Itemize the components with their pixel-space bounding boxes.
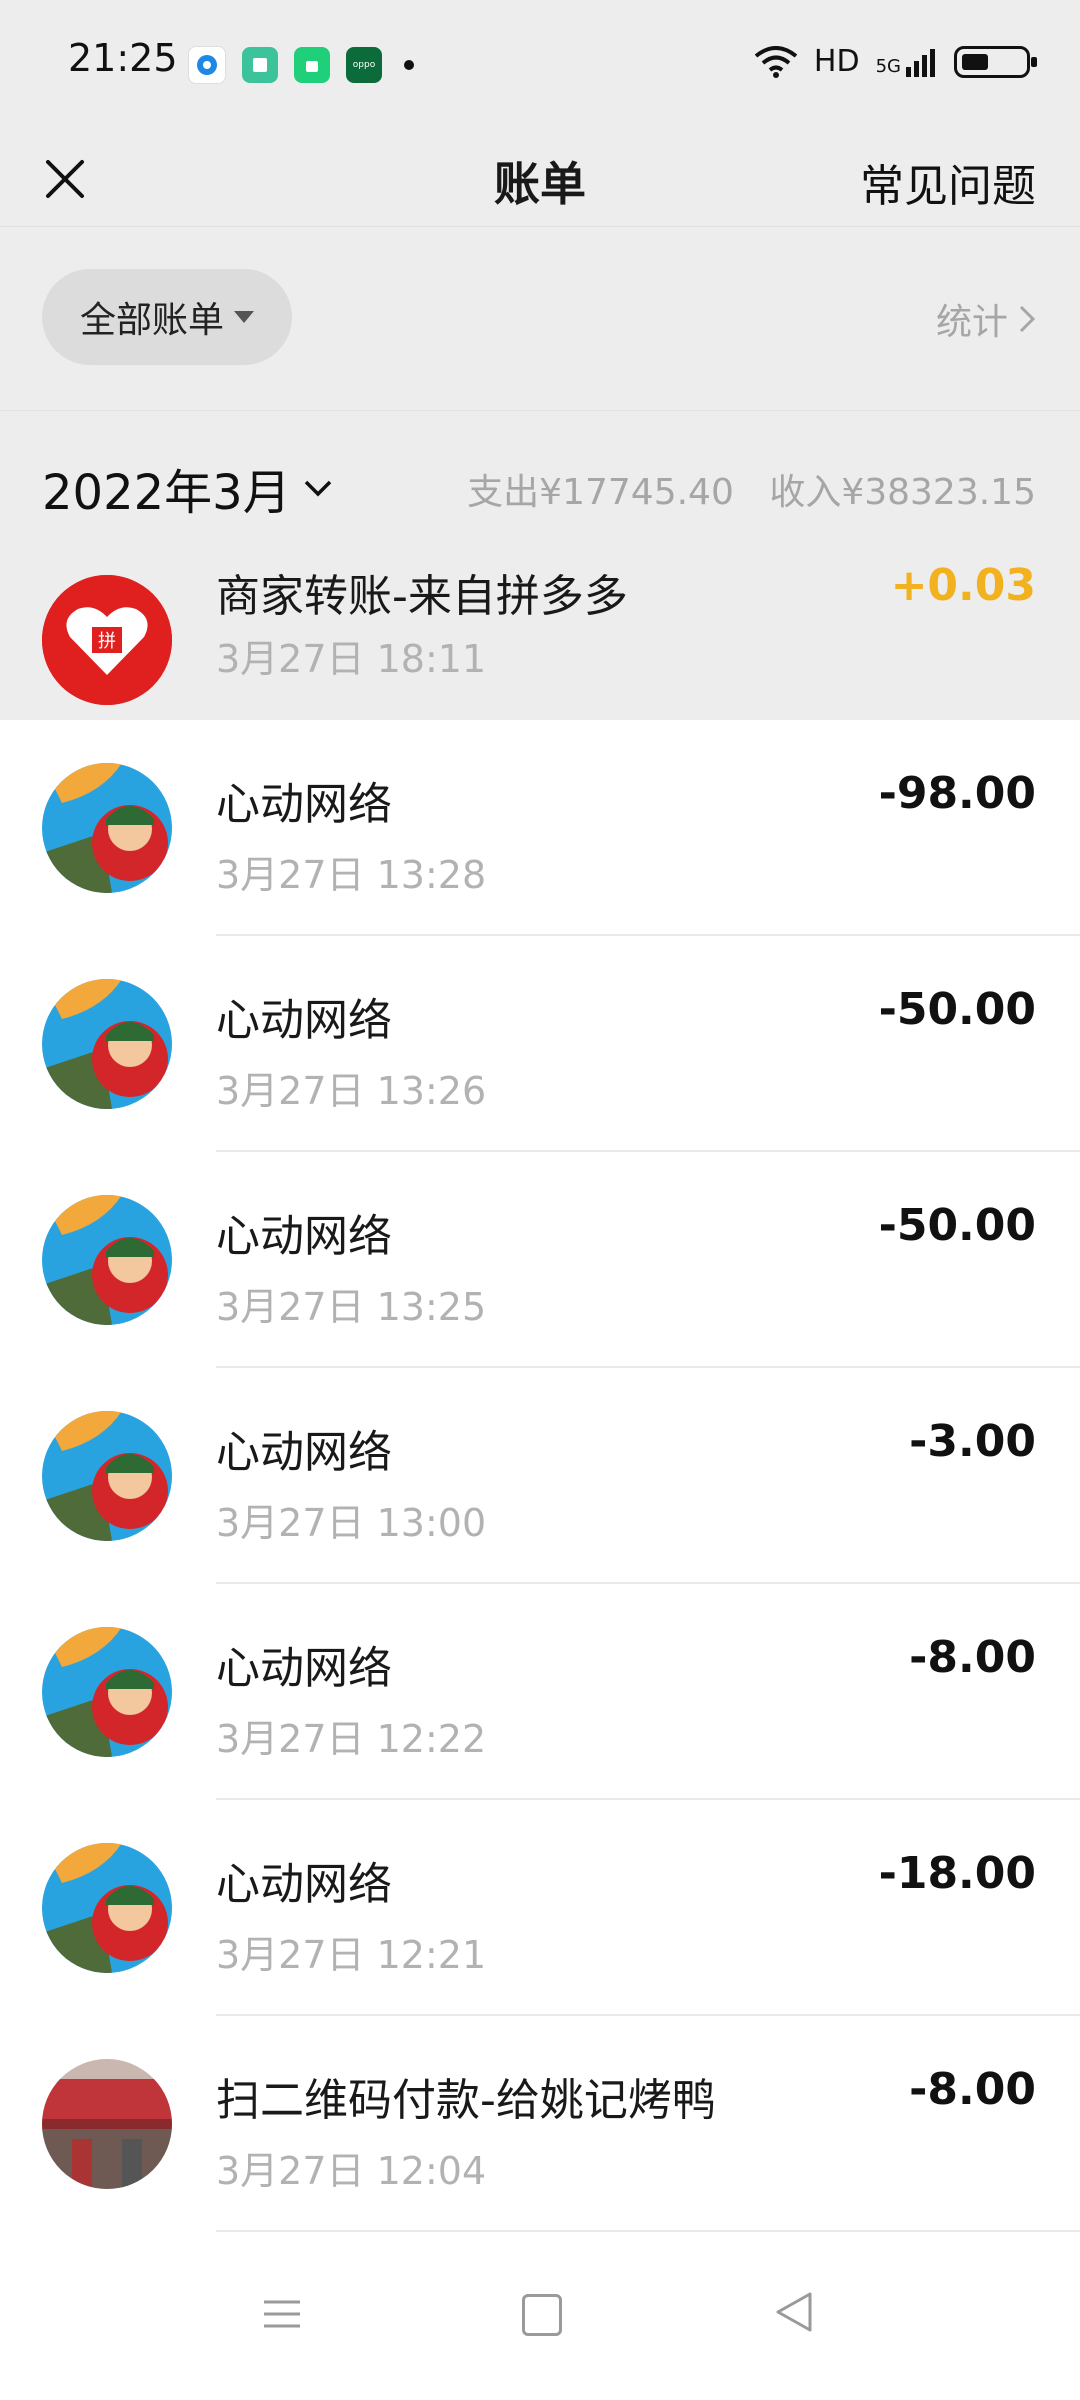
system-nav-bar (0, 2250, 1080, 2400)
all-bills-filter-button[interactable]: 全部账单 (42, 269, 292, 365)
transaction-title: 心动网络 (216, 1643, 392, 1694)
transaction-row[interactable]: 心动网络 3月27日 13:00 -3.00 (0, 1368, 1080, 1584)
app-notification-icon (188, 46, 226, 84)
month-header: 2022年3月 支出¥17745.40 收入¥38323.15 (0, 410, 1080, 561)
transaction-date: 3月27日 13:26 (216, 1069, 487, 1113)
svg-text:拼: 拼 (98, 631, 116, 652)
status-bar: 21:25 oppo HD 5G (0, 0, 1080, 130)
transaction-amount: -18.00 (878, 1848, 1036, 1899)
transaction-title: 商家转账-来自拼多多 (216, 571, 628, 622)
transaction-row[interactable]: 心动网络 3月27日 13:25 -50.00 (0, 1152, 1080, 1368)
stats-link[interactable]: 统计 (936, 293, 1036, 345)
transaction-amount: -8.00 (909, 2064, 1036, 2115)
game-avatar (42, 763, 172, 893)
month-summary: 支出¥17745.40 收入¥38323.15 (443, 463, 1036, 515)
transaction-row[interactable]: 心动网络 3月27日 13:28 -98.00 (0, 720, 1080, 936)
game-avatar (42, 1195, 172, 1325)
transaction-date: 3月27日 12:21 (216, 1933, 487, 1977)
transaction-amount: -3.00 (909, 1416, 1036, 1467)
row-divider (216, 2230, 1080, 2232)
transaction-amount: -50.00 (878, 984, 1036, 1035)
transaction-title: 心动网络 (216, 995, 392, 1046)
game-avatar (42, 1411, 172, 1541)
transaction-amount: +0.03 (890, 560, 1036, 611)
nav-bar: 账单 常见问题 (0, 130, 1080, 226)
game-avatar (42, 979, 172, 1109)
status-time: 21:25 (68, 36, 178, 80)
dropdown-caret-icon (234, 311, 254, 323)
book-app-icon (242, 47, 278, 83)
chevron-down-icon (304, 480, 331, 497)
transaction-date: 3月27日 13:00 (216, 1501, 487, 1545)
transaction-title: 心动网络 (216, 1859, 392, 1910)
back-icon[interactable] (774, 2290, 814, 2334)
stats-label: 统计 (935, 302, 1008, 343)
more-notifications-dot (404, 60, 414, 70)
battery-icon (954, 45, 1037, 78)
transaction-date: 3月27日 12:22 (216, 1717, 487, 1761)
transaction-row[interactable]: 心动网络 3月27日 13:26 -50.00 (0, 936, 1080, 1152)
shopping-bag-icon (294, 47, 330, 83)
all-bills-label: 全部账单 (79, 300, 224, 341)
notification-icons: oppo (188, 46, 414, 84)
wifi-icon (754, 45, 798, 78)
transaction-date: 3月27日 18:11 (216, 637, 487, 681)
signal-icon: 5G (876, 47, 938, 77)
transaction-row[interactable]: 心动网络 3月27日 12:22 -8.00 (0, 1584, 1080, 1800)
transaction-row[interactable]: 拼 商家转账-来自拼多多 3月27日 18:11 +0.03 (0, 560, 1080, 720)
transaction-title: 心动网络 (216, 779, 392, 830)
chevron-right-icon (1019, 305, 1036, 333)
transaction-date: 3月27日 13:25 (216, 1285, 487, 1329)
hd-indicator: HD (813, 44, 860, 79)
month-income: 收入¥38323.15 (769, 472, 1036, 513)
pinduoduo-logo: 拼 (42, 575, 172, 705)
transaction-date: 3月27日 13:28 (216, 853, 487, 897)
transaction-title: 扫二维码付款-给姚记烤鸭 (216, 2075, 716, 2126)
month-expense: 支出¥17745.40 (467, 472, 734, 513)
filter-bar: 全部账单 统计 (0, 226, 1080, 411)
transaction-amount: -50.00 (878, 1200, 1036, 1251)
home-icon[interactable] (522, 2294, 562, 2336)
transaction-date: 3月27日 12:04 (216, 2149, 487, 2193)
transaction-amount: -98.00 (878, 768, 1036, 819)
status-right: HD 5G (754, 44, 1037, 79)
month-label: 2022年3月 (42, 465, 291, 521)
transaction-title: 心动网络 (216, 1211, 392, 1262)
transaction-row[interactable]: 扫二维码付款-给姚记烤鸭 3月27日 12:04 -8.00 (0, 2016, 1080, 2232)
oppo-app-icon: oppo (346, 47, 382, 83)
game-avatar (42, 1627, 172, 1757)
menu-icon[interactable] (262, 2294, 302, 2334)
transaction-title: 心动网络 (216, 1427, 392, 1478)
transaction-row[interactable]: 心动网络 3月27日 12:21 -18.00 (0, 1800, 1080, 2016)
month-selector[interactable]: 2022年3月 (42, 453, 333, 523)
shop-avatar (42, 2059, 172, 2189)
game-avatar (42, 1843, 172, 1973)
transaction-list: 拼 商家转账-来自拼多多 3月27日 18:11 +0.03 心动网络 3月27… (0, 560, 1080, 2232)
faq-link[interactable]: 常见问题 (860, 150, 1036, 214)
transaction-amount: -8.00 (909, 1632, 1036, 1683)
